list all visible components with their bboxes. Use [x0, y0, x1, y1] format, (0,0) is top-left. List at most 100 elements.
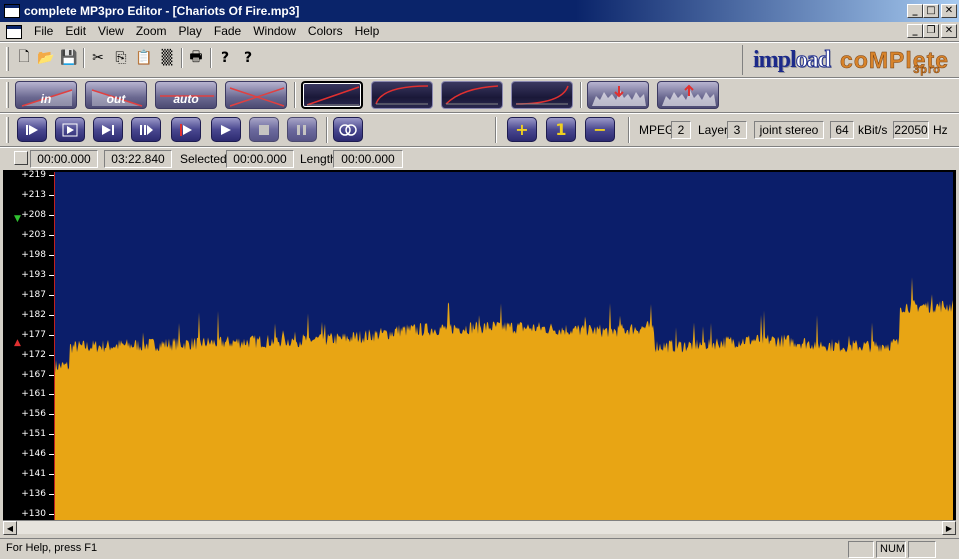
play-toolbar-grip[interactable] [6, 117, 9, 143]
zoom-out-button[interactable]: − [585, 117, 615, 142]
window-controls: _ □ ✕ [907, 4, 957, 18]
ruler-tick [49, 234, 54, 236]
crossfade-button[interactable] [225, 81, 287, 109]
ruler-tick [49, 254, 54, 256]
menu-window[interactable]: Window [247, 23, 302, 40]
print-icon[interactable]: 🖶 [185, 47, 207, 69]
go-start-button[interactable] [17, 117, 47, 142]
play-selection-button[interactable] [55, 117, 85, 142]
horizontal-scrollbar[interactable]: ◀ ▶ [3, 520, 956, 535]
scroll-right-icon[interactable]: ▶ [942, 521, 956, 535]
status-panel-num: NUM [876, 541, 906, 558]
ruler-tick [49, 434, 54, 436]
normalize-down-button[interactable] [587, 81, 649, 109]
cut-icon[interactable]: ✂ [87, 47, 109, 69]
ruler-tick [49, 454, 54, 456]
doc-minimize-button[interactable]: _ [907, 24, 923, 38]
ruler-label: +161 [21, 389, 46, 400]
ruler-tick [49, 374, 54, 376]
ruler-label: +193 [21, 269, 46, 280]
ruler-tick [49, 314, 54, 316]
fade-auto-button[interactable]: auto [155, 81, 217, 109]
status-panel-caps [848, 541, 874, 558]
curve-sqrt-button[interactable] [441, 81, 503, 109]
menu-colors[interactable]: Colors [302, 23, 349, 40]
title-bar[interactable]: complete MP3pro Editor - [Chariots Of Fi… [0, 0, 959, 22]
go-end-button[interactable] [93, 117, 123, 142]
upper-marker-icon[interactable]: ▼ [14, 214, 21, 224]
paste-icon[interactable]: 📋 [133, 47, 155, 69]
document-icon[interactable] [6, 24, 22, 39]
new-icon[interactable]: 🗋 [13, 47, 35, 69]
stop-button[interactable] [249, 117, 279, 142]
ruler-label: +141 [21, 469, 46, 480]
selected-label: Selected [180, 152, 227, 166]
ruler-tick [49, 494, 54, 496]
ruler-label: +151 [21, 429, 46, 440]
mix-icon[interactable]: ▒ [156, 47, 178, 69]
waveform-view[interactable] [55, 172, 953, 520]
ruler-tick [49, 514, 54, 516]
pause-button[interactable] [287, 117, 317, 142]
mpeg-label: MPEG [639, 123, 675, 137]
bitrate-unit: kBit/s [858, 123, 888, 137]
fade-out-button[interactable]: out [85, 81, 147, 109]
context-help-icon[interactable]: ? [237, 47, 259, 69]
ruler-tick [49, 414, 54, 416]
ruler-tick [49, 474, 54, 476]
length-field: 00:00.000 [333, 150, 403, 168]
doc-close-button[interactable]: ✕ [941, 24, 957, 38]
curve-log-button[interactable] [371, 81, 433, 109]
ruler-tick [49, 175, 54, 176]
duration-field: 03:22.840 [104, 150, 172, 168]
zoom-one-button[interactable]: 1 [546, 117, 576, 142]
menu-play[interactable]: Play [173, 23, 208, 40]
play-from-cursor-button[interactable] [171, 117, 201, 142]
ruler-label: +213 [21, 189, 46, 200]
document-window-controls: _ ❐ ✕ [907, 24, 957, 38]
normalize-up-button[interactable] [657, 81, 719, 109]
brand-logo: impload coMPlete 3pro [742, 45, 948, 76]
curve-exp-button[interactable] [511, 81, 573, 109]
minimize-button[interactable]: _ [907, 4, 923, 18]
layer-label: Layer [698, 123, 729, 137]
fade-in-button[interactable]: in [15, 81, 77, 109]
menu-file[interactable]: File [28, 23, 59, 40]
toolbar-grip[interactable] [6, 47, 9, 71]
doc-restore-button[interactable]: ❐ [923, 24, 939, 38]
time-toggle-button[interactable] [14, 151, 28, 165]
ruler-label: +177 [21, 329, 46, 340]
zoom-in-button[interactable]: + [507, 117, 537, 142]
ruler-tick [49, 294, 54, 296]
scroll-left-icon[interactable]: ◀ [3, 521, 17, 535]
app-window: complete MP3pro Editor - [Chariots Of Fi… [0, 0, 959, 559]
ruler-label: +198 [21, 249, 46, 260]
status-panel-scrl [908, 541, 936, 558]
fade-toolbar-grip[interactable] [6, 82, 9, 108]
open-icon[interactable]: 📂 [35, 47, 57, 69]
ruler-label: +187 [21, 289, 46, 300]
play-button[interactable] [211, 117, 241, 142]
menu-fade[interactable]: Fade [208, 23, 247, 40]
menu-zoom[interactable]: Zoom [130, 23, 173, 40]
app-icon[interactable] [4, 4, 20, 18]
ruler-label: +208 [21, 209, 46, 220]
ruler-label: +203 [21, 229, 46, 240]
status-bar: For Help, press F1 NUM [0, 538, 959, 559]
copy-icon[interactable]: ⎘ [110, 47, 132, 69]
bitrate-value: 64 [830, 121, 854, 139]
menu-help[interactable]: Help [349, 23, 386, 40]
play-marker-button[interactable] [131, 117, 161, 142]
ruler-label: +136 [21, 489, 46, 500]
ruler-label: +167 [21, 369, 46, 380]
loop-button[interactable] [333, 117, 363, 142]
menu-view[interactable]: View [92, 23, 130, 40]
ruler-label: +130 [21, 509, 46, 520]
maximize-button[interactable]: □ [923, 4, 939, 18]
close-button[interactable]: ✕ [941, 4, 957, 18]
help-icon[interactable]: ? [214, 47, 236, 69]
save-icon[interactable]: 💾 [58, 47, 80, 69]
lower-marker-icon[interactable]: ▲ [14, 338, 21, 348]
menu-edit[interactable]: Edit [59, 23, 92, 40]
curve-linear-button[interactable] [301, 81, 363, 109]
